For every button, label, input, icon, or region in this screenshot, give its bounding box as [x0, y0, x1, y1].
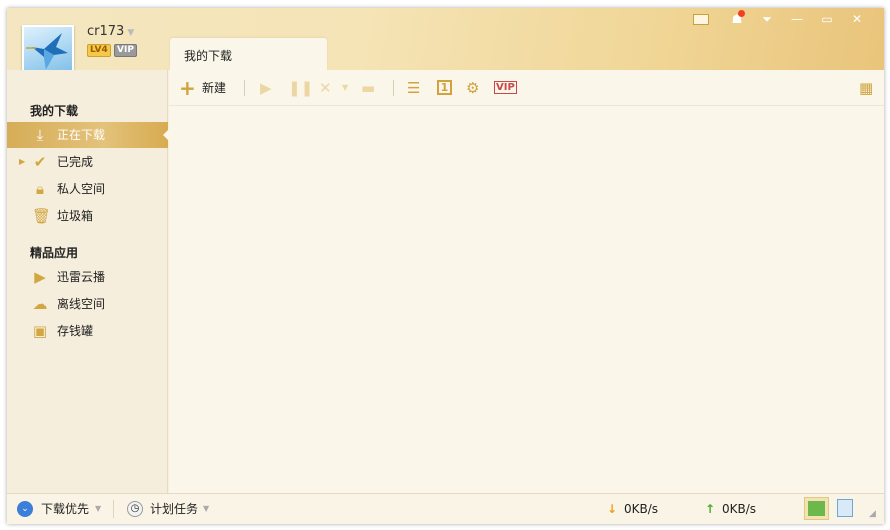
chevron-down-icon[interactable]: ▼ [203, 501, 209, 517]
check-icon: ✔ [33, 153, 47, 171]
label: 存钱罐 [57, 324, 94, 338]
divider [393, 80, 394, 96]
sidebar: 我的下载 ⤓ 正在下载 ▶ ✔ 已完成 🔒︎ 私人空间 🗑︎ 垃圾箱 精品应用 ▶ 迅雷云播… [7, 70, 169, 493]
label: 私人空间 [57, 182, 106, 196]
gear-icon[interactable]: ⚙ [466, 79, 479, 97]
new-task-button[interactable]: 新建 [202, 79, 226, 97]
pause-icon[interactable]: ❚❚ [288, 79, 313, 97]
folder-icon[interactable]: ▬ [361, 79, 375, 97]
trash-icon: 🗑︎ [32, 207, 52, 225]
menu-icon[interactable]: ⏷ [757, 12, 777, 26]
label: 垃圾箱 [57, 209, 94, 223]
sidebar-item-cloud-play[interactable]: ▶ 迅雷云播 [7, 264, 168, 290]
download-arrow-icon: ↓ [607, 502, 618, 516]
divider [244, 80, 245, 96]
mail-icon[interactable] [693, 14, 709, 25]
vip-icon[interactable]: VIP [494, 81, 517, 94]
chevron-down-icon[interactable]: ▼ [127, 28, 134, 38]
delete-dropdown-icon[interactable]: ▼ [342, 79, 348, 97]
sidebar-item-piggy-bank[interactable]: ▣ 存钱罐 [7, 318, 168, 344]
clock-icon: ◷ [127, 501, 143, 517]
calendar-icon[interactable]: 1 [437, 80, 452, 95]
sidebar-item-private[interactable]: 🔒︎ 私人空间 [7, 176, 168, 202]
username[interactable]: cr173 ▼ [87, 24, 134, 39]
sidebar-item-trash[interactable]: 🗑︎ 垃圾箱 [7, 203, 168, 229]
sort-icon[interactable]: ☰ [407, 79, 420, 97]
skin-icon[interactable]: ☗ [727, 10, 747, 26]
label: 已完成 [57, 155, 94, 169]
level-badge: LV4 [87, 44, 111, 57]
maximize-icon[interactable]: ▭ [817, 12, 837, 26]
bar-chart-icon [808, 501, 825, 516]
section-my-downloads: 我的下载 [30, 104, 79, 118]
sidebar-item-completed[interactable]: ▶ ✔ 已完成 [7, 149, 168, 175]
label: 离线空间 [57, 297, 106, 311]
download-list-area: + 新建 ▶ ❚❚ ✕ ▼ ▬ ☰ 1 ⚙ VIP ▦ [169, 70, 884, 493]
download-speed: 0KB/s [624, 502, 659, 516]
title-bar: cr173 ▼ LV4 VIP ☗ ⏷ — ▭ ✕ 我的下载 [7, 8, 884, 77]
cloud-icon: ☁ [32, 295, 48, 313]
minimize-icon[interactable]: — [787, 12, 807, 26]
label: 正在下载 [57, 128, 106, 142]
download-priority-dropdown[interactable]: 下载优先 [41, 501, 89, 517]
download-icon: ⤓ [36, 126, 44, 144]
upload-speed: 0KB/s [722, 502, 757, 516]
username-text: cr173 [87, 24, 125, 39]
scheduled-tasks-dropdown[interactable]: 计划任务 [150, 501, 198, 517]
priority-icon: ⌄ [17, 501, 33, 517]
lock-icon: 🔒︎ [36, 180, 44, 198]
status-bar: ⌄ 下载优先 ▼ ◷ 计划任务 ▼ ↓ 0KB/s ↑ 0KB/s ◢ [7, 493, 884, 524]
thunder-window: cr173 ▼ LV4 VIP ☗ ⏷ — ▭ ✕ 我的下载 我的下载 ⤓ 正在下载… [7, 8, 884, 524]
grid-view-icon[interactable]: ▦ [859, 79, 873, 97]
cloud-play-icon: ▶ [34, 268, 46, 286]
plus-icon[interactable]: + [179, 78, 196, 98]
piggy-bank-icon: ▣ [32, 322, 48, 340]
close-icon[interactable]: ✕ [847, 12, 867, 26]
panel-view-button[interactable] [837, 499, 853, 517]
vip-badge: VIP [114, 44, 137, 57]
divider [113, 500, 114, 518]
sidebar-item-offline[interactable]: ☁ 离线空间 [7, 291, 168, 317]
upload-arrow-icon: ↑ [705, 502, 716, 516]
delete-icon[interactable]: ✕ [319, 79, 332, 97]
play-icon[interactable]: ▶ [260, 79, 272, 97]
sidebar-item-downloading[interactable]: ⤓ 正在下载 [7, 122, 169, 148]
tab-my-downloads[interactable]: 我的下载 [170, 38, 327, 71]
section-apps: 精品应用 [30, 246, 79, 260]
resize-grip-icon[interactable]: ◢ [869, 506, 876, 522]
toolbar: + 新建 ▶ ❚❚ ✕ ▼ ▬ ☰ 1 ⚙ VIP ▦ [169, 70, 884, 106]
hummingbird-icon [26, 33, 68, 69]
label: 迅雷云播 [57, 270, 106, 284]
chevron-down-icon[interactable]: ▼ [95, 501, 101, 517]
chart-view-button[interactable] [804, 497, 829, 520]
expand-arrow-icon[interactable]: ▶ [19, 149, 25, 175]
